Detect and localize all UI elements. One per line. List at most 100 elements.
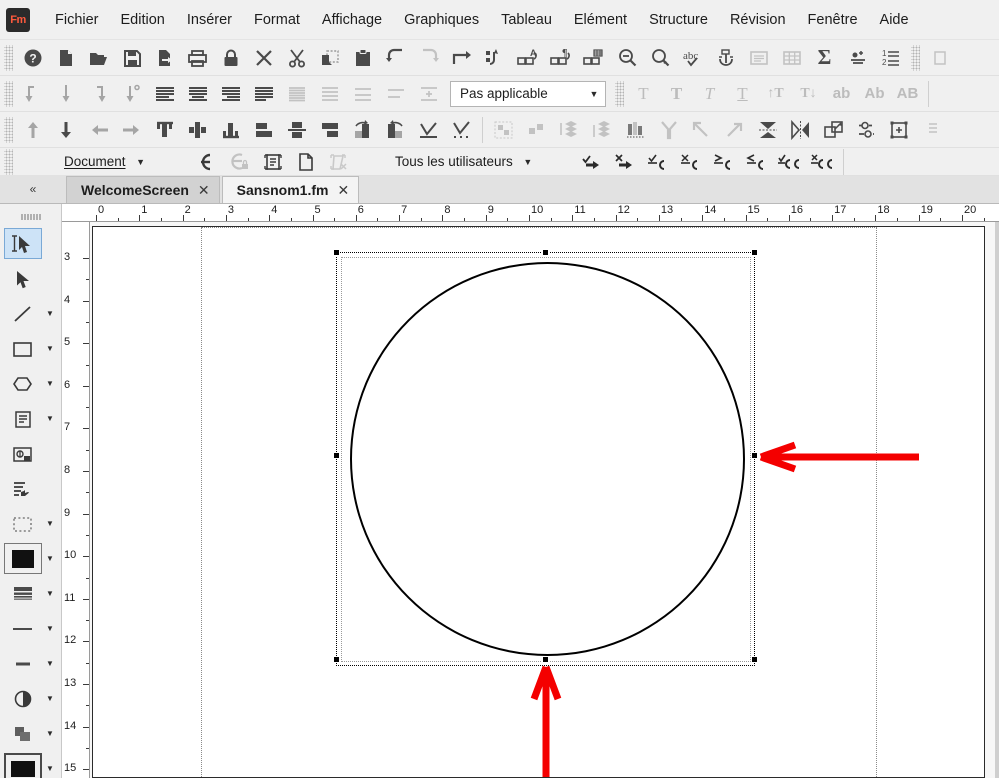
tool-line-width[interactable]: ▼ <box>0 611 62 646</box>
zoom-in-icon[interactable] <box>643 43 676 73</box>
text-frame-icon[interactable] <box>742 43 775 73</box>
toolbar-grip-6[interactable] <box>4 148 13 175</box>
tab-sansnom1-close-icon[interactable]: ✕ <box>337 182 349 199</box>
reject-condition-icon[interactable] <box>674 148 707 175</box>
tool-object-select[interactable] <box>0 261 62 296</box>
toolbar-grip-3[interactable] <box>4 80 13 107</box>
align-objects-center-icon[interactable] <box>280 115 313 145</box>
tool-polygon[interactable]: ▼ <box>0 366 62 401</box>
reject-all-conditions-icon[interactable] <box>806 148 839 175</box>
insert-degree-icon[interactable] <box>115 79 148 109</box>
chevron-down-icon-2[interactable]: ▼ <box>126 157 156 167</box>
new-page-icon[interactable] <box>289 148 322 175</box>
thin-line-icon[interactable] <box>4 613 42 644</box>
menu-structure[interactable]: Structure <box>638 6 719 34</box>
chevron-down-icon-dash[interactable]: ▼ <box>42 519 58 528</box>
handle-bottom-left[interactable] <box>333 656 340 663</box>
chevron-down-icon-swatch[interactable]: ▼ <box>42 764 58 773</box>
hand-list-icon[interactable] <box>4 473 42 504</box>
gravity-icon[interactable] <box>445 115 478 145</box>
capitalize-icon[interactable]: Ab <box>858 79 891 109</box>
handle-middle-right[interactable] <box>751 452 758 459</box>
bring-to-front-icon[interactable] <box>553 115 586 145</box>
menu-affichage[interactable]: Affichage <box>311 6 393 34</box>
menu-fenetre[interactable]: Fenêtre <box>797 6 869 34</box>
handle-bottom-right[interactable] <box>751 656 758 663</box>
menu-tableau[interactable]: Tableau <box>490 6 563 34</box>
element-attributes-icon[interactable] <box>256 148 289 175</box>
tool-fill-color[interactable]: ▼ <box>0 541 62 576</box>
handle-top-right[interactable] <box>751 249 758 256</box>
picture-icon[interactable] <box>4 438 42 469</box>
numbered-list-icon[interactable]: 12 <box>874 43 907 73</box>
overlap-shapes-icon[interactable] <box>4 718 42 749</box>
view-mode-dropdown[interactable]: Document ▼ <box>64 148 190 175</box>
move-right-icon[interactable] <box>115 115 148 145</box>
more-graphics-icon[interactable] <box>916 115 949 145</box>
menu-element[interactable]: Elément <box>563 6 638 34</box>
document-page[interactable] <box>92 226 985 778</box>
object-properties-icon[interactable] <box>850 115 883 145</box>
flip-horizontal-icon[interactable] <box>784 115 817 145</box>
line-spacing-2-icon[interactable] <box>346 79 379 109</box>
rectangle-icon[interactable] <box>4 333 42 364</box>
redo-arrow-icon[interactable] <box>445 43 478 73</box>
chevron-down-icon-overprint[interactable]: ▼ <box>42 729 58 738</box>
tab-sansnom1[interactable]: Sansnom1.fm ✕ <box>221 176 360 203</box>
snap-icon[interactable] <box>412 115 445 145</box>
menu-inserer[interactable]: Insérer <box>176 6 243 34</box>
undo-icon[interactable] <box>379 43 412 73</box>
accept-all-conditions-icon[interactable] <box>773 148 806 175</box>
chevron-down-icon[interactable]: ▼ <box>583 89 605 99</box>
tool-line[interactable]: ▼ <box>0 296 62 331</box>
toolpanel-grip[interactable] <box>0 208 62 226</box>
menu-revision[interactable]: Révision <box>719 6 797 34</box>
distribute-icon[interactable] <box>619 115 652 145</box>
help-icon[interactable]: ? <box>16 43 49 73</box>
toolbar-grip[interactable] <box>4 44 13 71</box>
menu-aide[interactable]: Aide <box>869 6 920 34</box>
move-up-icon[interactable] <box>16 115 49 145</box>
subscript-icon[interactable]: T↓ <box>792 79 825 109</box>
tool-color-swatch[interactable]: ▼ <box>0 751 62 778</box>
space-below-icon[interactable] <box>412 79 445 109</box>
chevron-down-icon-pattern[interactable]: ▼ <box>42 589 58 598</box>
open-folder-icon[interactable] <box>82 43 115 73</box>
chevron-down-icon-tint[interactable]: ▼ <box>42 694 58 703</box>
insert-before-icon[interactable] <box>16 79 49 109</box>
uppercase-icon[interactable]: AB <box>891 79 924 109</box>
save-icon[interactable] <box>115 43 148 73</box>
horizontal-ruler[interactable]: 0 1 2 3 4 5 6 7 8 9 10 11 12 13 14 15 16 17 18 19 20 <box>62 204 999 222</box>
align-left-icon[interactable] <box>148 79 181 109</box>
tool-fill-pattern[interactable]: ▼ <box>0 576 62 611</box>
lowercase-icon[interactable]: ab <box>825 79 858 109</box>
dotted-rect-icon[interactable] <box>4 508 42 539</box>
tab-welcomescreen[interactable]: WelcomeScreen ✕ <box>66 176 220 203</box>
lock-icon[interactable] <box>214 43 247 73</box>
accept-condition-icon[interactable] <box>641 148 674 175</box>
chevron-down-icon-line[interactable]: ▼ <box>42 309 58 318</box>
redo-icon[interactable] <box>412 43 445 73</box>
align-justify-icon[interactable] <box>247 79 280 109</box>
tool-text-frame[interactable]: ▼ <box>0 401 62 436</box>
align-objects-left-icon[interactable] <box>247 115 280 145</box>
line-icon[interactable] <box>4 298 42 329</box>
thick-line-icon[interactable] <box>4 648 42 679</box>
align-right-icon[interactable] <box>214 79 247 109</box>
tool-tint[interactable]: ▼ <box>0 681 62 716</box>
smart-select-tool-icon[interactable] <box>4 228 42 259</box>
align-center-icon[interactable] <box>181 79 214 109</box>
insert-element-locked-icon[interactable] <box>223 148 256 175</box>
rotate-right-icon[interactable] <box>379 115 412 145</box>
tool-image[interactable] <box>0 436 62 471</box>
zoom-out-icon[interactable] <box>610 43 643 73</box>
tab-welcomescreen-close-icon[interactable]: ✕ <box>198 182 210 199</box>
split-icon[interactable] <box>685 115 718 145</box>
space-above-icon[interactable] <box>379 79 412 109</box>
menu-edition[interactable]: Edition <box>110 6 176 34</box>
delete-element-icon[interactable] <box>322 148 355 175</box>
next-condition-icon[interactable] <box>707 148 740 175</box>
anchor-icon[interactable] <box>709 43 742 73</box>
menu-graphiques[interactable]: Graphiques <box>393 6 490 34</box>
tool-smart-select[interactable] <box>0 226 62 261</box>
